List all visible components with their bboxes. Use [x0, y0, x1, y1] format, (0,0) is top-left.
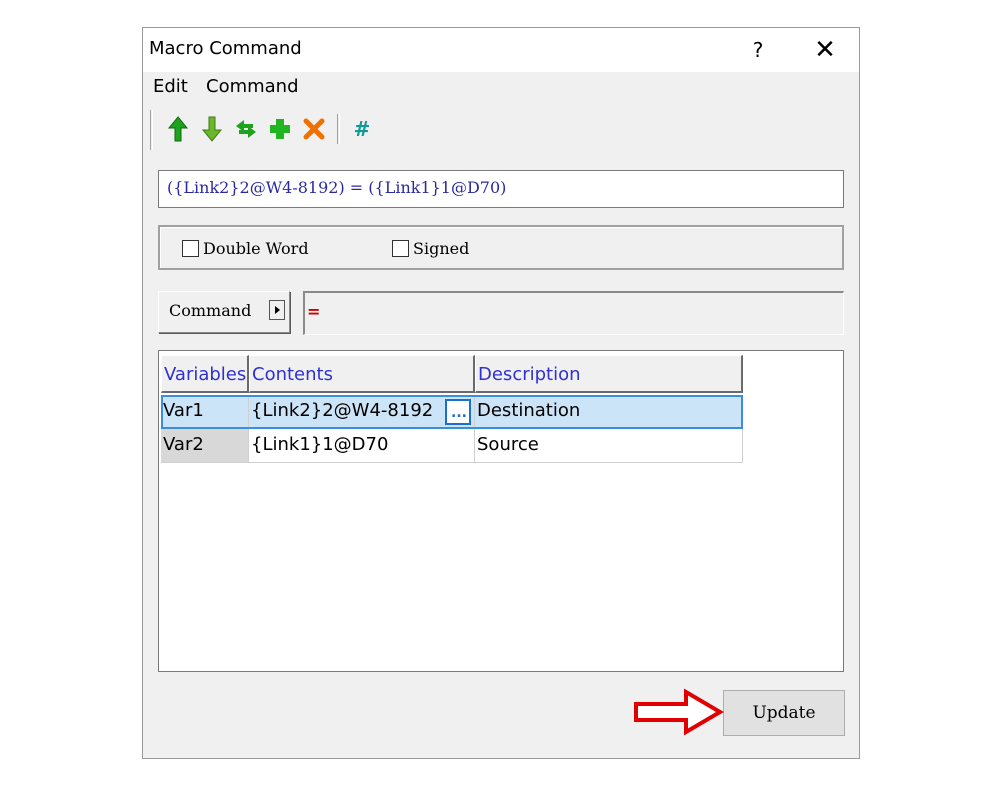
move-up-button[interactable] [163, 114, 193, 144]
macro-command-dialog: Macro Command ? ✕ Edit Command # ({Link2… [142, 27, 860, 759]
table-row-var2-variable[interactable]: Var2 [161, 429, 249, 463]
table-row-var2-description[interactable]: Source [475, 429, 743, 463]
toolbar-separator [337, 114, 340, 144]
swap-icon [236, 120, 256, 138]
signed-checkbox[interactable] [392, 240, 409, 257]
help-button[interactable]: ? [743, 32, 773, 68]
double-word-label: Double Word [203, 239, 309, 258]
add-button[interactable] [265, 114, 295, 144]
red-arrow-pointer [634, 688, 724, 736]
table-row-var1-variable[interactable]: Var1 [161, 395, 249, 429]
signed-label: Signed [413, 239, 470, 258]
options-group: Double Word Signed [158, 225, 844, 270]
hash-button[interactable]: # [347, 114, 377, 144]
signed-option[interactable]: Signed [392, 239, 469, 258]
window-title: Macro Command [149, 38, 302, 59]
menu-edit[interactable]: Edit [153, 76, 188, 97]
expression-field[interactable]: ({Link2}2@W4-8192) = ({Link1}1@D70) [158, 170, 844, 208]
move-down-button[interactable] [197, 114, 227, 144]
title-bar: Macro Command ? ✕ [143, 28, 859, 72]
column-header-description[interactable]: Description [475, 355, 743, 393]
table-row-var1-contents[interactable]: {Link2}2@W4-8192 [249, 395, 475, 429]
update-button[interactable]: Update [723, 690, 845, 736]
move-up-icon [167, 116, 189, 142]
table-row-var1-description[interactable]: Destination [475, 395, 743, 429]
move-down-icon [201, 116, 223, 142]
menu-command[interactable]: Command [206, 76, 299, 97]
double-word-checkbox[interactable] [182, 240, 199, 257]
menu-bar: Edit Command [143, 72, 859, 102]
hash-icon: # [353, 117, 371, 141]
command-label: Command [169, 301, 252, 320]
browse-address-button[interactable] [445, 399, 471, 425]
delete-icon [303, 118, 325, 140]
toolbar-grip [150, 110, 153, 150]
column-header-variables[interactable]: Variables [161, 355, 249, 393]
double-word-option[interactable]: Double Word [182, 239, 309, 258]
close-button[interactable]: ✕ [807, 32, 843, 68]
command-button[interactable]: Command [158, 291, 290, 333]
column-header-contents[interactable]: Contents [249, 355, 475, 393]
add-icon [270, 119, 290, 139]
variables-grid: Variables Contents Description Var1 {Lin… [158, 350, 844, 672]
delete-button[interactable] [299, 114, 329, 144]
swap-button[interactable] [231, 114, 261, 144]
toolbar: # [147, 106, 387, 150]
chevron-right-icon [269, 300, 285, 320]
operator-text: = [307, 302, 321, 321]
operator-display: = [303, 291, 844, 335]
table-row-var2-contents[interactable]: {Link1}1@D70 [249, 429, 475, 463]
